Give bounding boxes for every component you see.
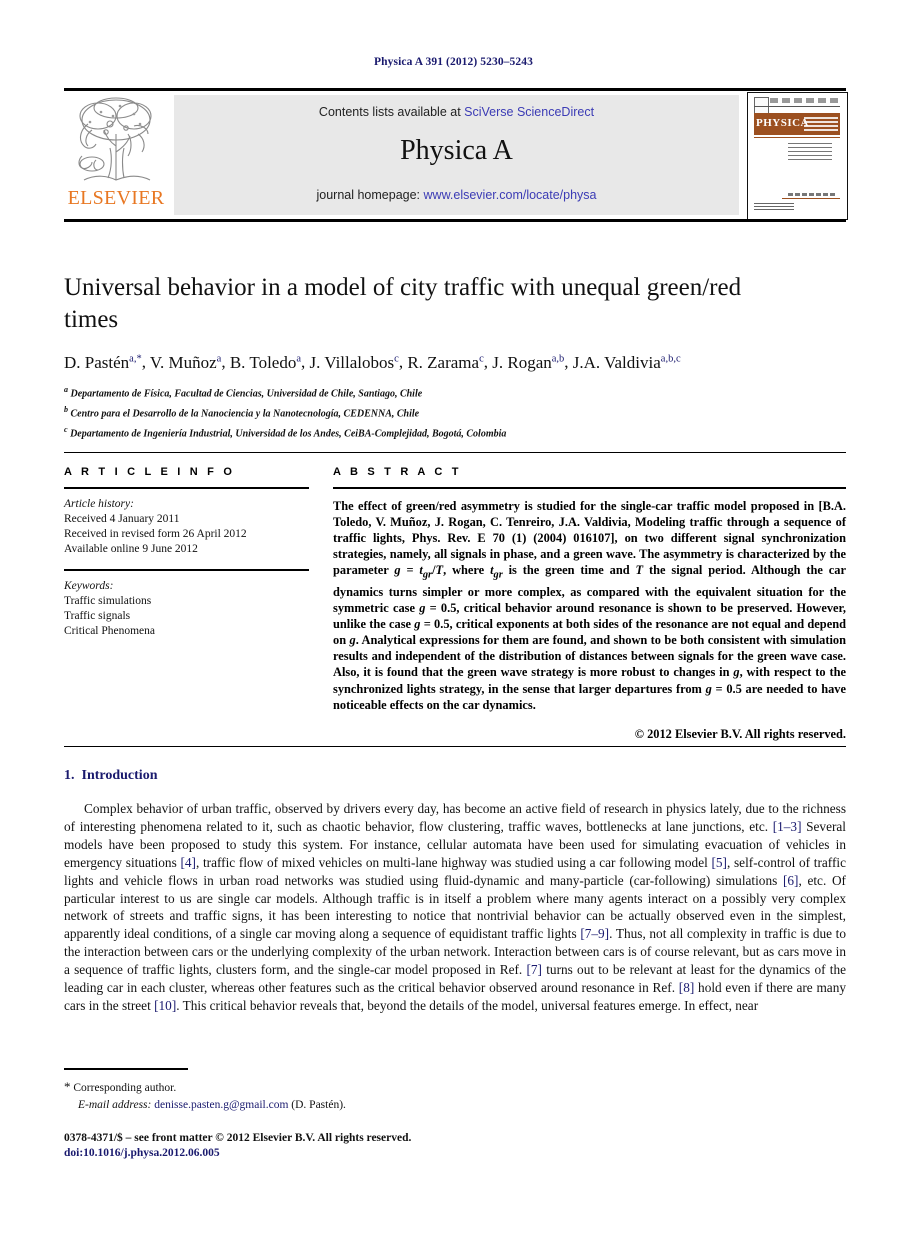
page-title: Universal behavior in a model of city tr… — [64, 274, 742, 333]
citation-ref[interactable]: [8] — [679, 980, 695, 995]
author-separator: , — [221, 352, 230, 372]
footnote-rule — [64, 1068, 188, 1070]
masthead-top-rule — [64, 88, 846, 91]
section-title: Introduction — [81, 768, 158, 783]
paper-page: Physica A 391 (2012) 5230–5243 ELSEVIER … — [0, 0, 907, 1238]
author-list: D. Pasténa,*, V. Muñoza, B. Toledoa, J. … — [64, 348, 854, 374]
author-separator: , — [564, 352, 573, 372]
history-item: Received 4 January 2011 — [64, 513, 180, 525]
author-separator: , — [483, 352, 493, 372]
citation-ref[interactable]: [5] — [711, 855, 727, 870]
cover-banner-subtitle — [804, 117, 838, 131]
cover-band-rule — [754, 137, 840, 138]
keywords-block: Keywords: Traffic simulations Traffic si… — [64, 579, 309, 639]
journal-homepage-line: journal homepage: www.elsevier.com/locat… — [174, 188, 739, 202]
article-info-block: A R T I C L E I N F O Article history: R… — [64, 466, 309, 639]
cover-header-text — [770, 98, 840, 103]
corresponding-author-text: Corresponding author. — [73, 1082, 177, 1094]
elsevier-logo: ELSEVIER — [66, 94, 166, 216]
author-name: J. Villalobosc — [309, 352, 399, 372]
email-link[interactable]: denisse.pasten.g@gmail.com — [154, 1099, 288, 1111]
abstract-copyright: © 2012 Elsevier B.V. All rights reserved… — [634, 726, 846, 741]
keyword-item: Traffic signals — [64, 609, 131, 622]
citation-ref[interactable]: [10] — [154, 998, 176, 1013]
elsevier-wordmark: ELSEVIER — [67, 187, 165, 209]
masthead-bottom-rule — [64, 219, 846, 222]
keyword-item: Traffic simulations — [64, 594, 152, 607]
affiliation-list: a Departamento de Física, Facultad de Ci… — [64, 382, 854, 441]
keyword-item: Critical Phenomena — [64, 624, 156, 637]
author-name: D. Pasténa,* — [64, 352, 142, 372]
author-name: V. Muñoza — [149, 352, 222, 372]
doi-link[interactable]: doi:10.1016/j.physa.2012.06.005 — [64, 1147, 220, 1159]
cover-banner-title: PHYSICA — [756, 117, 810, 129]
masthead-panel: Contents lists available at SciVerse Sci… — [174, 95, 739, 215]
author-name: R. Zaramac — [407, 352, 484, 372]
article-history: Article history: Received 4 January 2011… — [64, 497, 309, 557]
affiliation-item: a Departamento de Física, Facultad de Ci… — [64, 385, 423, 400]
author-name: J. Rogana,b — [492, 352, 565, 372]
homepage-prefix: journal homepage: — [316, 188, 424, 202]
cover-inner: PHYSICA — [748, 93, 847, 219]
email-label: E-mail address: — [78, 1099, 152, 1111]
cover-author-lines — [788, 143, 832, 161]
citation-ref[interactable]: [6] — [783, 873, 799, 888]
history-item: Available online 9 June 2012 — [64, 543, 198, 555]
email-owner: (D. Pastén). — [291, 1099, 346, 1111]
citation-ref[interactable]: [1–3] — [773, 819, 802, 834]
footnote-block: * Corresponding author. E-mail address: … — [64, 1078, 664, 1114]
cover-url-line — [788, 193, 836, 196]
affiliation-item: c Departamento de Ingeniería Industrial,… — [64, 424, 507, 439]
section-heading: 1. Introduction — [64, 768, 157, 784]
author-name: J.A. Valdiviaa,b,c — [572, 352, 681, 372]
info-section-top-rule — [64, 452, 846, 453]
abstract-bottom-rule — [64, 746, 846, 747]
running-head: Physica A 391 (2012) 5230–5243 — [374, 56, 533, 68]
homepage-link[interactable]: www.elsevier.com/locate/physa — [424, 188, 597, 202]
email-line: E-mail address: denisse.pasten.g@gmail.c… — [64, 1097, 664, 1114]
abstract-rule — [333, 487, 846, 489]
affiliation-item: b Centro para el Desarrollo de la Nanoci… — [64, 404, 420, 420]
elsevier-tree-icon — [78, 97, 152, 181]
author-name: B. Toledoa — [229, 352, 302, 372]
article-info-rule — [64, 487, 309, 489]
journal-masthead: ELSEVIER Contents lists available at Sci… — [64, 88, 848, 222]
abstract-heading: A B S T R A C T — [333, 466, 462, 478]
citation-ref[interactable]: [7–9] — [580, 926, 609, 941]
contents-available-line: Contents lists available at SciVerse Sci… — [174, 105, 739, 119]
keywords-rule — [64, 569, 309, 571]
journal-cover-thumbnail: PHYSICA — [747, 92, 848, 220]
section-number: 1. — [64, 768, 75, 783]
article-history-label: Article history: — [64, 498, 134, 510]
journal-title: Physica A — [400, 135, 513, 166]
abstract-block: A B S T R A C T The effect of green/red … — [333, 466, 846, 742]
history-item: Received in revised form 26 April 2012 — [64, 528, 247, 540]
author-separator: , — [301, 352, 310, 372]
introduction-paragraph: Complex behavior of urban traffic, obser… — [64, 801, 847, 1013]
cover-bottom-rule — [782, 198, 840, 199]
abstract-text: The effect of green/red asymmetry is stu… — [333, 499, 846, 712]
citation-ref[interactable]: [7] — [526, 962, 542, 977]
article-info-heading: A R T I C L E I N F O — [64, 466, 236, 478]
citation-ref[interactable]: [4] — [180, 855, 196, 870]
keywords-label: Keywords: — [64, 579, 114, 592]
cover-footer-text — [754, 203, 794, 211]
cover-top-rule — [754, 106, 840, 107]
sciencedirect-link[interactable]: SciVerse ScienceDirect — [464, 105, 594, 119]
corresponding-author-note: * Corresponding author. — [64, 1078, 664, 1097]
contents-prefix: Contents lists available at — [318, 105, 465, 119]
front-matter-line: 0378-4371/$ – see front matter © 2012 El… — [64, 1132, 412, 1144]
author-separator: , — [141, 352, 150, 372]
asterisk-icon: * — [64, 1079, 71, 1094]
